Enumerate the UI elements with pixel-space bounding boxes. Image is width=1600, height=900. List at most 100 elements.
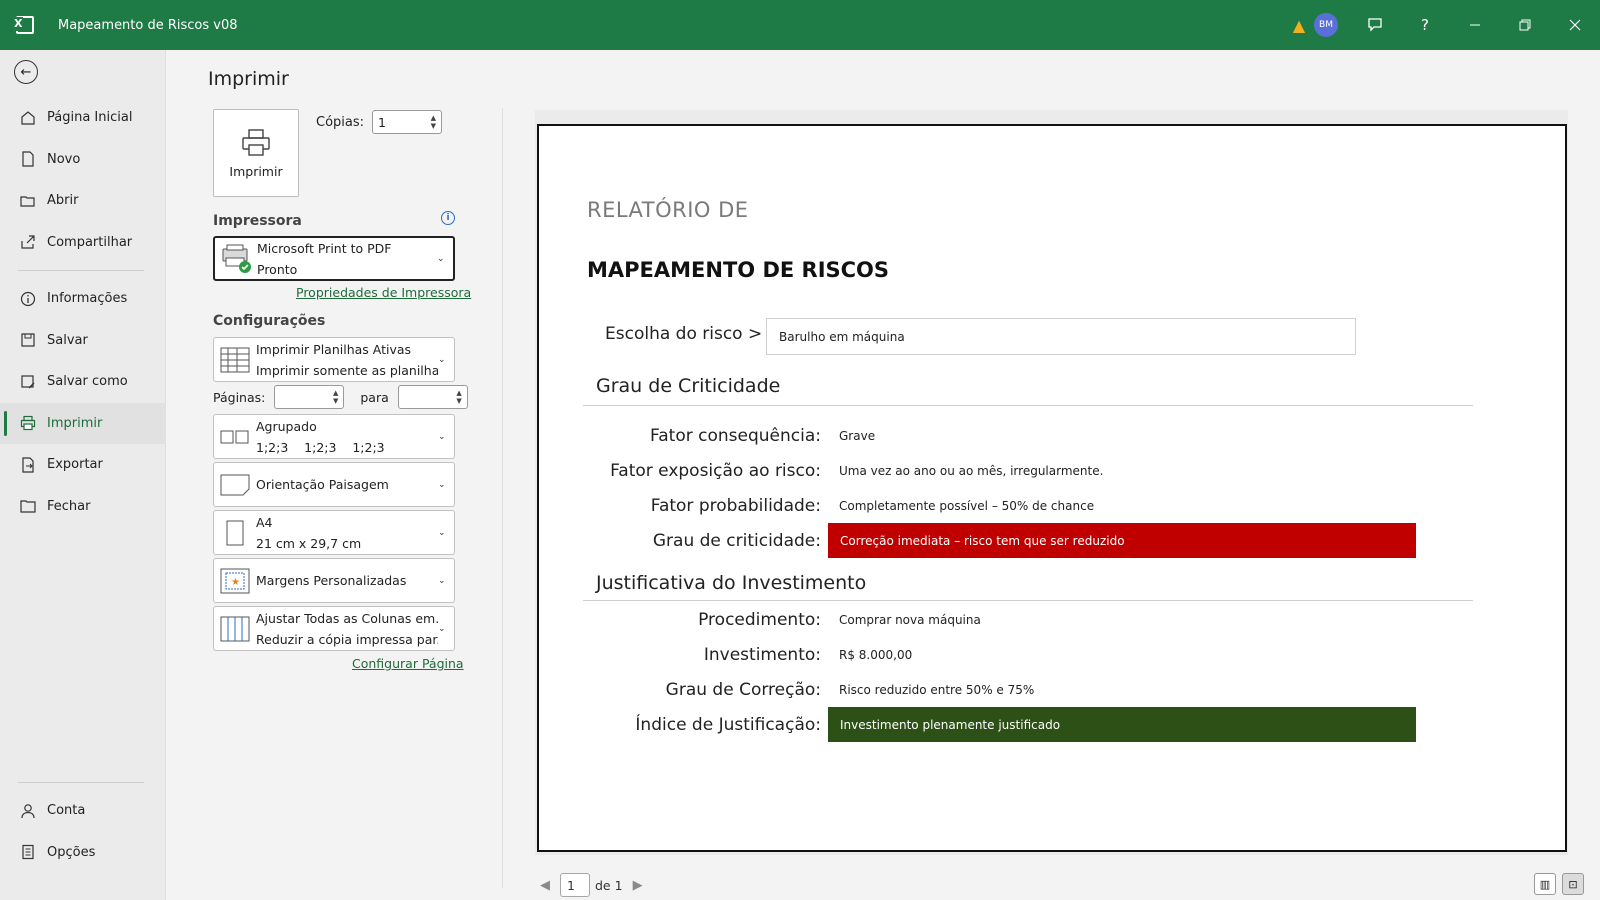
row-label: Grau de criticidade: <box>652 531 821 551</box>
scaling-line1: Ajustar Todas as Colunas em... <box>256 610 438 626</box>
avatar[interactable]: BM <box>1314 13 1338 37</box>
backstage-sidebar: ← Página Inicial Novo Abrir Compartilhar… <box>0 50 166 900</box>
feedback-button[interactable] <box>1350 0 1400 50</box>
copies-control: Cópias: 1 ▲ ▼ <box>316 110 443 134</box>
fit-columns-icon <box>214 616 256 642</box>
print-what-line1: Imprimir Planilhas Ativas <box>256 341 412 357</box>
chevron-down-icon: ⌄ <box>438 527 446 538</box>
nav-label: Informações <box>47 291 128 307</box>
close-button[interactable] <box>1550 0 1600 50</box>
scaling-line2: Reduzir a cópia impressa par... <box>256 631 438 647</box>
stepper-arrows-icon[interactable]: ▲ ▼ <box>431 114 436 130</box>
row-value: R$ 8.000,00 <box>839 648 913 662</box>
chevron-down-icon: ⌄ <box>438 354 446 365</box>
options-icon <box>18 842 38 862</box>
settings-section-title: Configurações <box>213 313 326 329</box>
home-icon <box>18 108 38 128</box>
nav-item-info[interactable]: Informações <box>0 278 166 320</box>
zoom-to-page-button[interactable]: ⊡ <box>1562 873 1584 895</box>
chevron-down-icon: ⌄ <box>438 575 446 586</box>
criticality-status-bar: Correção imediata – risco tem que ser re… <box>828 523 1416 558</box>
export-icon <box>18 455 38 475</box>
row-label: Procedimento: <box>698 610 821 630</box>
warning-icon[interactable]: ▲ <box>1284 0 1314 50</box>
minimize-button[interactable] <box>1450 0 1500 50</box>
print-what-line2: Imprimir somente as planilhas... <box>256 362 438 378</box>
margins-dropdown[interactable]: ★ Margens Personalizadas ⌄ <box>213 558 455 603</box>
nav-item-print[interactable]: Imprimir <box>0 402 166 444</box>
margins-icon: ★ <box>214 568 256 594</box>
stepper-arrows-icon[interactable]: ▲ ▼ <box>456 389 461 405</box>
margins-view-icon: ▥ <box>1539 877 1551 891</box>
nav-item-save-as[interactable]: Salvar como <box>0 361 166 403</box>
paper-line2: 21 cm x 29,7 cm <box>256 535 362 551</box>
nav-item-options[interactable]: Opções <box>0 832 166 874</box>
nav-bottom: Conta Opções <box>0 775 166 873</box>
paper-icon <box>214 520 256 546</box>
collate-dropdown[interactable]: Agrupado 1;2;3 1;2;3 1;2;3 ⌄ <box>213 414 455 459</box>
folder-close-icon <box>18 496 38 516</box>
svg-text:★: ★ <box>231 577 240 588</box>
margins-label: Margens Personalizadas <box>256 573 407 588</box>
nav-item-share[interactable]: Compartilhar <box>0 222 166 264</box>
printer-properties-link[interactable]: Propriedades de Impressora <box>296 285 471 300</box>
previous-page-icon[interactable]: ◀ <box>540 878 550 893</box>
nav-top: Página Inicial Novo Abrir Compartilhar I… <box>0 97 166 527</box>
nav-item-account[interactable]: Conta <box>0 790 166 832</box>
row-label: Índice de Justificação: <box>635 715 821 735</box>
row-label: Fator exposição ao risco: <box>610 461 821 481</box>
orientation-dropdown[interactable]: Orientação Paisagem ⌄ <box>213 462 455 507</box>
help-button[interactable]: ? <box>1400 0 1450 50</box>
back-button[interactable]: ← <box>14 60 38 84</box>
restore-button[interactable] <box>1500 0 1550 50</box>
nav-label: Fechar <box>47 498 91 514</box>
share-icon <box>18 232 38 252</box>
page-setup-link[interactable]: Configurar Página <box>352 656 464 671</box>
chevron-down-icon: ⌄ <box>438 623 446 634</box>
page-title: Imprimir <box>208 68 289 90</box>
nav-item-open[interactable]: Abrir <box>0 180 166 222</box>
nav-label: Opções <box>47 844 96 860</box>
info-icon[interactable]: i <box>441 211 455 225</box>
pages-range: Páginas: ▲ ▼ para ▲ ▼ <box>213 385 484 409</box>
choose-risk-label: Escolha do risco > <box>605 324 763 344</box>
pages-to-input[interactable]: ▲ ▼ <box>397 385 468 409</box>
next-page-icon[interactable]: ▶ <box>633 878 643 893</box>
chevron-down-icon: ⌄ <box>438 431 446 442</box>
divider <box>18 782 144 783</box>
copies-value: 1 <box>378 114 386 130</box>
print-button-label: Imprimir <box>229 163 283 179</box>
current-page-input[interactable]: 1 <box>560 873 590 897</box>
worksheet-icon <box>214 347 256 373</box>
nav-label: Salvar como <box>47 374 128 390</box>
paper-size-dropdown[interactable]: A4 21 cm x 29,7 cm ⌄ <box>213 510 455 555</box>
nav-label: Salvar <box>47 332 88 348</box>
nav-item-save[interactable]: Salvar <box>0 320 166 362</box>
pages-from-input[interactable]: ▲ ▼ <box>274 385 345 409</box>
excel-logo-icon <box>0 0 50 50</box>
print-button[interactable]: Imprimir <box>213 109 299 197</box>
scaling-dropdown[interactable]: Ajustar Todas as Colunas em... Reduzir a… <box>213 606 455 651</box>
stepper-arrows-icon[interactable]: ▲ ▼ <box>333 389 338 405</box>
pages-label: Páginas: <box>213 389 266 405</box>
row-label: Fator consequência: <box>650 426 821 446</box>
print-what-dropdown[interactable]: Imprimir Planilhas Ativas Imprimir somen… <box>213 337 455 382</box>
landscape-icon <box>214 474 256 496</box>
nav-label: Compartilhar <box>47 234 133 250</box>
feedback-icon <box>1368 18 1382 32</box>
nav-item-new[interactable]: Novo <box>0 139 166 181</box>
new-file-icon <box>18 149 38 169</box>
printer-dropdown[interactable]: Microsoft Print to PDF Pronto ⌄ <box>213 236 455 281</box>
row-value: Uma vez ao ano ou ao mês, irregularmente… <box>839 464 1104 478</box>
section-criticality: Grau de Criticidade <box>596 375 781 397</box>
minimize-icon <box>1470 24 1480 26</box>
nav-item-home[interactable]: Página Inicial <box>0 97 166 139</box>
copies-stepper[interactable]: 1 ▲ ▼ <box>372 110 443 134</box>
show-margins-button[interactable]: ▥ <box>1534 873 1556 895</box>
nav-item-close[interactable]: Fechar <box>0 486 166 528</box>
nav-label: Conta <box>47 803 86 819</box>
collate-icon <box>214 429 256 445</box>
nav-label: Exportar <box>47 457 103 473</box>
nav-item-export[interactable]: Exportar <box>0 444 166 486</box>
window-title: Mapeamento de Riscos v08 <box>58 17 238 33</box>
